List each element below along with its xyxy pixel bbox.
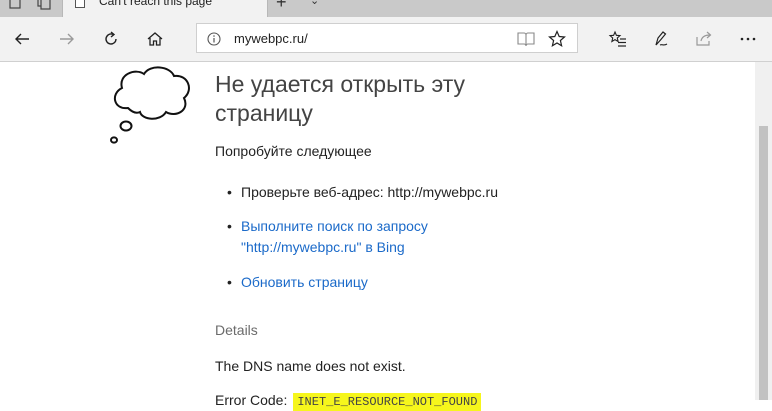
page-icon — [75, 0, 85, 8]
tab-active[interactable]: Can't reach this page ✕ — [62, 0, 268, 17]
thought-cloud-icon — [106, 64, 196, 153]
list-item: • Выполните поиск по запросу "http://myw… — [227, 216, 428, 258]
details-toggle[interactable]: Details — [215, 322, 258, 338]
suggestions-label: Попробуйте следующее — [215, 143, 372, 159]
window-icon[interactable] — [8, 0, 24, 12]
search-link-line1[interactable]: Выполните поиск по запросу — [241, 218, 428, 234]
error-code-value: INET_E_RESOURCE_NOT_FOUND — [293, 393, 482, 411]
tab-preview-icon[interactable] — [36, 0, 52, 12]
share-icon[interactable] — [692, 27, 716, 51]
list-item: • Проверьте веб-адрес: http://mywebpc.ru — [227, 184, 499, 200]
error-code-label: Error Code: — [215, 392, 288, 408]
navigation-bar: mywebpc.ru/ — [0, 17, 772, 62]
more-icon[interactable] — [736, 27, 760, 51]
favorites-hub-icon[interactable] — [606, 27, 630, 51]
scrollbar-thumb[interactable] — [759, 126, 768, 400]
list-item: • Обновить страницу — [227, 272, 368, 293]
tab-strip: Can't reach this page ✕ + ⌄ — [0, 0, 772, 17]
book-icon[interactable] — [517, 31, 535, 52]
refresh-icon[interactable] — [99, 27, 123, 51]
search-bing-link[interactable]: Выполните поиск по запросу "http://myweb… — [241, 216, 428, 258]
check-address-text: Проверьте веб-адрес: http://mywebpc.ru — [241, 184, 499, 200]
new-tab-button[interactable]: + — [276, 0, 287, 13]
back-arrow-icon[interactable] — [10, 27, 34, 51]
page-title: Не удается открыть эту страницу — [215, 71, 466, 126]
refresh-page-link[interactable]: Обновить страницу — [241, 272, 368, 293]
address-bar[interactable]: mywebpc.ru/ — [196, 23, 578, 53]
dns-error-message: The DNS name does not exist. — [215, 358, 406, 374]
home-icon[interactable] — [143, 27, 167, 51]
search-link-line2[interactable]: "http://mywebpc.ru" в Bing — [241, 239, 405, 255]
tab-title: Can't reach this page — [99, 0, 213, 8]
info-icon[interactable] — [207, 32, 221, 51]
vertical-scrollbar[interactable] — [755, 62, 772, 400]
chevron-down-icon[interactable]: ⌄ — [310, 0, 319, 7]
error-code-line: Error Code: INET_E_RESOURCE_NOT_FOUND — [215, 392, 482, 411]
address-url[interactable]: mywebpc.ru/ — [234, 31, 308, 46]
star-icon[interactable] — [548, 30, 566, 53]
pen-icon[interactable] — [649, 27, 673, 51]
forward-arrow-icon[interactable] — [55, 27, 79, 51]
